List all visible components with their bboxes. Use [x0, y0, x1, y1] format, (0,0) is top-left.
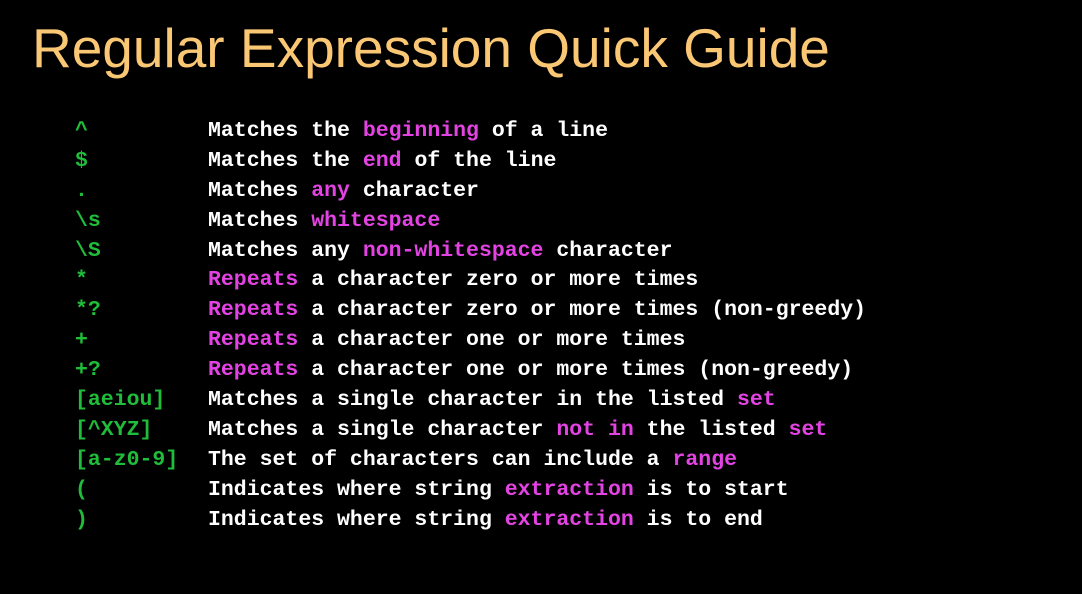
- description-text: a character one or more times (non-greed…: [298, 358, 854, 383]
- description-text: Matches: [208, 208, 312, 233]
- highlighted-term: end: [362, 148, 402, 173]
- regex-row: + Repeats a character one or more times: [75, 326, 866, 356]
- regex-description: Matches any character: [208, 177, 479, 207]
- highlighted-term: Repeats: [208, 298, 299, 323]
- regex-description: Matches whitespace: [208, 207, 440, 237]
- highlighted-term: beginning: [362, 119, 479, 143]
- regex-symbol: +?: [75, 358, 101, 383]
- regex-row: +? Repeats a character one or more times …: [75, 356, 866, 386]
- regex-description: Matches the end of the line: [208, 147, 556, 177]
- regex-description: Matches a single character not in the li…: [208, 416, 827, 446]
- regex-symbol: $: [75, 148, 88, 173]
- description-text: the listed: [633, 417, 789, 442]
- highlighted-term: Repeats: [208, 328, 299, 353]
- highlighted-term: set: [737, 388, 776, 413]
- regex-description: Matches a single character in the listed…: [208, 386, 776, 416]
- description-text: Matches the: [208, 148, 363, 173]
- regex-symbol: (: [75, 477, 88, 502]
- regex-row: ( Indicates where string extraction is to…: [75, 476, 866, 506]
- description-text: Matches the: [208, 119, 363, 143]
- regex-description: Matches the beginning of a line: [208, 117, 608, 147]
- regex-symbol: ): [75, 507, 88, 532]
- description-text: Matches any: [208, 238, 363, 263]
- regex-symbol: \s: [75, 208, 101, 233]
- regex-description: Indicates where string extraction is to …: [208, 476, 789, 506]
- regex-description: The set of characters can include a rang…: [208, 446, 737, 476]
- description-text: a character zero or more times (non-gree…: [298, 298, 867, 323]
- description-text: of the line: [401, 148, 557, 173]
- regex-description: Matches any non-whitespace character: [208, 237, 673, 267]
- regex-row: [a-z0-9] The set of characters can includ…: [75, 446, 866, 476]
- regex-row: \s Matches whitespace: [75, 207, 866, 237]
- description-text: character: [543, 238, 673, 263]
- regex-reference-list: ^ Matches the beginning of a line $ Matches…: [75, 117, 866, 535]
- slide-title: Regular Expression Quick Guide: [32, 17, 830, 79]
- highlighted-term: not in: [556, 417, 634, 442]
- highlighted-term: non-whitespace: [362, 238, 544, 263]
- description-text: a character one or more times: [298, 328, 686, 353]
- regex-symbol: [aeiou]: [75, 388, 166, 413]
- regex-description: Repeats a character one or more times (n…: [208, 356, 853, 386]
- regex-row: * Repeats a character zero or more times: [75, 266, 866, 296]
- regex-symbol: \S: [75, 238, 101, 263]
- highlighted-term: extraction: [504, 507, 634, 532]
- highlighted-term: set: [788, 417, 828, 442]
- description-text: Matches a single character in the listed: [208, 388, 737, 413]
- regex-symbol: *: [75, 268, 88, 293]
- regex-description: Repeats a character zero or more times (…: [208, 296, 866, 326]
- regex-symbol: .: [75, 178, 88, 203]
- highlighted-term: range: [672, 447, 737, 472]
- highlighted-term: whitespace: [311, 208, 441, 233]
- description-text: Indicates where string: [208, 477, 505, 502]
- highlighted-term: any: [311, 178, 350, 203]
- regex-row: *? Repeats a character zero or more times…: [75, 296, 866, 326]
- description-text: of a line: [478, 119, 608, 143]
- regex-symbol: [a-z0-9]: [75, 447, 179, 472]
- regex-symbol: +: [75, 328, 88, 353]
- description-text: Matches: [208, 178, 312, 203]
- description-text: Indicates where string: [208, 507, 505, 532]
- description-text: The set of characters can include a: [208, 447, 673, 472]
- regex-symbol: ^: [75, 119, 88, 143]
- description-text: character: [349, 178, 479, 203]
- regex-description: Repeats a character zero or more times: [208, 266, 698, 296]
- description-text: a character zero or more times: [298, 268, 699, 293]
- regex-row: \S Matches any non-whitespace character: [75, 237, 866, 267]
- highlighted-term: extraction: [504, 477, 634, 502]
- highlighted-term: Repeats: [208, 358, 299, 383]
- regex-row: ) Indicates where string extraction is to…: [75, 506, 866, 536]
- regex-row: ^ Matches the beginning of a line: [75, 117, 866, 147]
- description-text: Matches a single character: [208, 417, 557, 442]
- highlighted-term: Repeats: [208, 268, 299, 293]
- regex-description: Indicates where string extraction is to …: [208, 506, 763, 536]
- description-text: is to start: [633, 477, 789, 502]
- slide: Regular Expression Quick Guide ^ Matches …: [0, 0, 1082, 594]
- regex-row: $ Matches the end of the line: [75, 147, 866, 177]
- regex-row: [^XYZ] Matches a single character not in …: [75, 416, 866, 446]
- regex-symbol: [^XYZ]: [75, 417, 153, 442]
- description-text: is to end: [633, 507, 763, 532]
- regex-row: [aeiou] Matches a single character in the…: [75, 386, 866, 416]
- regex-row: . Matches any character: [75, 177, 866, 207]
- regex-symbol: *?: [75, 298, 101, 323]
- regex-description: Repeats a character one or more times: [208, 326, 685, 356]
